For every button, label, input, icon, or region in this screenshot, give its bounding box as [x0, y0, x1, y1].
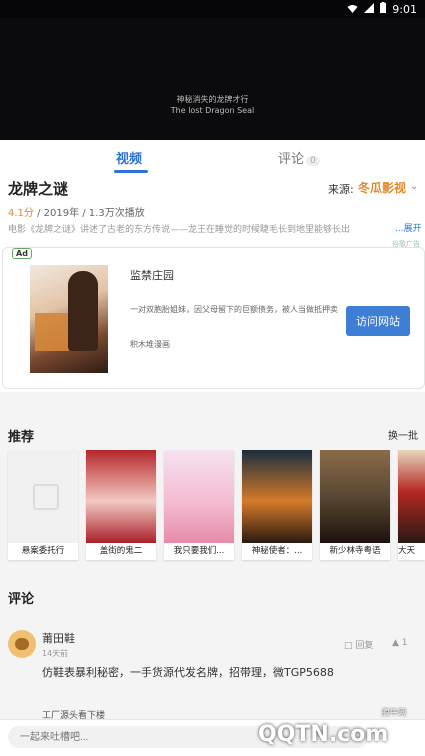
video-subtitle-cn: 神秘消失的龙牌才行: [176, 95, 249, 104]
thumbs-up-icon: ▲: [392, 638, 399, 648]
signal-icon: [364, 2, 375, 16]
status-time: 9:01: [392, 2, 417, 16]
recommend-caption: 大天: [398, 546, 416, 556]
recommend-item[interactable]: 我只要我们...: [164, 450, 234, 560]
chevron-down-icon[interactable]: ⌄: [410, 181, 418, 192]
avatar[interactable]: [8, 630, 36, 658]
recommend-list: 悬案委托行 盖街的鬼二 我只要我们... 神秘使者：... 新少林寺粤语 大天: [0, 450, 425, 564]
comment-time: 14天前: [42, 649, 69, 658]
recommend-item[interactable]: 大天: [398, 450, 425, 560]
recommend-caption: 神秘使者：...: [251, 546, 303, 556]
like-button[interactable]: ▲ 1: [392, 638, 408, 648]
status-bar: 9:01: [0, 0, 425, 18]
monkey-face-icon: [15, 638, 29, 650]
source-label: 来源:: [328, 183, 354, 196]
recommend-header: 推荐 换一批: [0, 418, 425, 448]
visit-site-button[interactable]: 访问网站: [346, 306, 410, 336]
video-player[interactable]: 神秘消失的龙牌才行 The lost Dragon Seal: [0, 18, 425, 140]
poster-image: [320, 450, 390, 543]
poster-image: [86, 450, 156, 543]
ad-label: 谷歌广告: [392, 240, 420, 248]
comments-count-badge: 0: [306, 156, 320, 166]
source-selector[interactable]: 冬瓜影视: [358, 179, 406, 196]
comment-text: 仿鞋表暴利秘密，一手货源代发名牌，招带理，微TGP5688: [42, 666, 334, 679]
recommend-item[interactable]: 神秘使者：...: [242, 450, 312, 560]
tab-active-indicator: [114, 170, 148, 173]
reply-button[interactable]: □ 回复: [344, 638, 373, 651]
recommend-item[interactable]: 悬案委托行: [8, 450, 78, 560]
battery-icon: [380, 2, 387, 16]
movie-meta: 4.1分 / 2019年 / 1.3万次播放: [8, 204, 145, 219]
wifi-icon: [347, 3, 358, 16]
movie-meta-text: / 2019年 / 1.3万次播放: [33, 208, 145, 219]
ad-poster-deco: [35, 313, 69, 351]
like-count: 1: [401, 638, 408, 648]
recommend-title: 推荐: [8, 430, 35, 445]
tab-video[interactable]: 视频: [116, 148, 142, 167]
comment-input-bar: 腾牛网 QQTN.com: [0, 708, 425, 756]
tab-comments[interactable]: 评论 0: [278, 148, 320, 167]
tab-comments-label: 评论: [278, 152, 305, 167]
reply-label: 回复: [355, 641, 374, 651]
recommend-caption: 盖街的鬼二: [99, 546, 143, 556]
ad-poster-image[interactable]: [30, 265, 108, 373]
recommend-caption: 我只要我们...: [173, 546, 225, 556]
movie-info: 龙牌之谜 来源: 冬瓜影视 ⌄ 4.1分 / 2019年 / 1.3万次播放 电…: [0, 174, 425, 236]
ad-brand: 积木堆漫画: [130, 340, 170, 349]
recommend-item[interactable]: 新少林寺粤语: [320, 450, 390, 560]
ad-badge: Ad: [12, 248, 32, 259]
ad-description: 一对双胞胎姐妹，因父母留下的巨额债务，被人当做抵押卖: [130, 305, 338, 314]
recommend-item[interactable]: 盖街的鬼二: [86, 450, 156, 560]
expand-link[interactable]: ...展开: [395, 221, 422, 234]
ad-title[interactable]: 监禁庄园: [130, 267, 174, 283]
comments-title: 评论: [8, 592, 35, 607]
poster-image: [164, 450, 234, 543]
ad-poster-figure: [68, 271, 98, 351]
refresh-batch-button[interactable]: 换一批: [388, 427, 418, 442]
poster-image: [398, 450, 425, 543]
movie-rating: 4.1分: [8, 208, 34, 219]
recommend-caption: 悬案委托行: [21, 546, 65, 556]
comment-item: 莆田鞋 14天前 □ 回复 ▲ 1 仿鞋表暴利秘密，一手货源代发名牌，招带理，微…: [0, 618, 425, 696]
placeholder-icon: [33, 484, 59, 510]
reply-icon: □: [344, 641, 353, 651]
poster-image: [242, 450, 312, 543]
status-icons: 9:01: [347, 2, 417, 16]
movie-description: 电影《龙牌之谜》讲述了古老的东方传说——龙王在睡觉的时候睫毛长到地里能够长出: [8, 225, 351, 235]
video-subtitle-en: The lost Dragon Seal: [170, 106, 255, 115]
comment-author[interactable]: 莆田鞋: [42, 630, 75, 646]
watermark-site: 腾牛网: [382, 708, 406, 717]
tab-bar: 视频 评论 0: [0, 140, 425, 175]
movie-title: 龙牌之谜: [8, 180, 69, 198]
recommend-caption: 新少林寺粤语: [329, 546, 381, 556]
poster-placeholder: [8, 450, 78, 543]
watermark-logo: QQTN.com: [258, 722, 389, 747]
